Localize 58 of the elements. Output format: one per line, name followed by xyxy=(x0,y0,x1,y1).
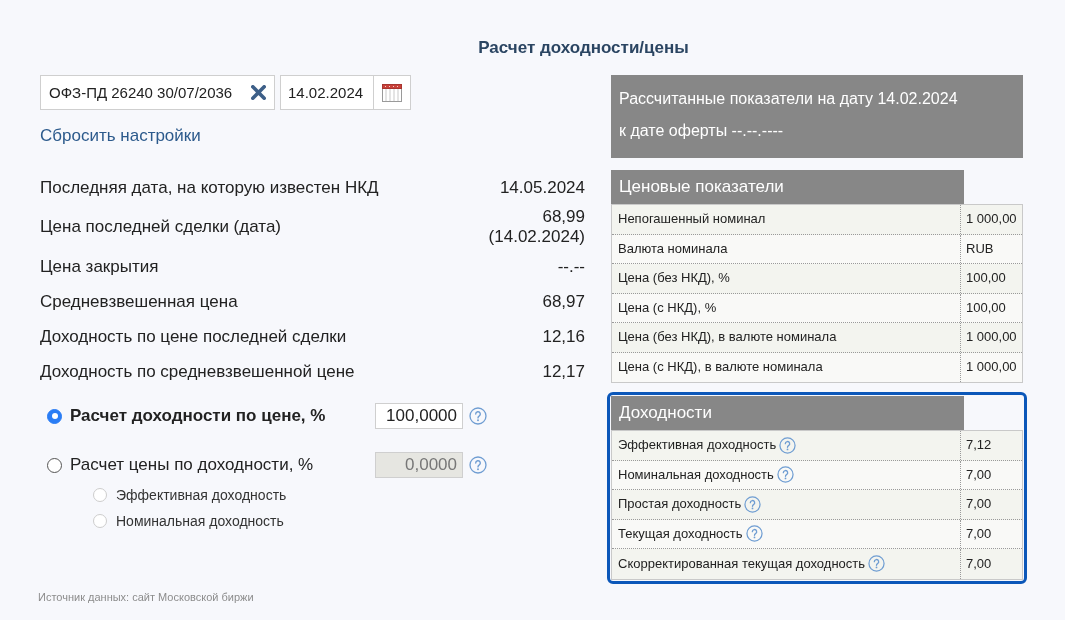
table-title: Ценовые показатели xyxy=(619,177,784,197)
row-label: Цена (с НКД), в валюте номинала xyxy=(618,359,823,376)
help-icon[interactable] xyxy=(776,466,794,484)
help-icon[interactable] xyxy=(469,407,487,425)
info-label: Средневзвешенная цена xyxy=(40,291,238,312)
table-title: Доходности xyxy=(619,403,712,423)
help-icon[interactable] xyxy=(779,436,797,454)
row-label: Эффективная доходность xyxy=(618,437,777,454)
help-icon[interactable] xyxy=(744,495,762,513)
value-cell: 1 000,00 xyxy=(960,323,1022,352)
value-cell: 1 000,00 xyxy=(960,352,1022,382)
number-field[interactable]: 100,0000 xyxy=(375,403,463,429)
value-cell: RUB xyxy=(960,234,1022,263)
value-cell: 1 000,00 xyxy=(960,205,1022,234)
info-label: Цена последней сделки (дата) xyxy=(40,217,281,237)
info-value: 12,16 xyxy=(542,326,585,347)
row-label: Непогашенный номинал xyxy=(618,211,766,228)
option-label[interactable]: Расчет цены по доходности, % xyxy=(70,454,314,476)
row-label: Цена (без НКД), в валюте номинала xyxy=(618,329,837,346)
bond-field[interactable]: ОФЗ-ПД 26240 30/07/2036 xyxy=(40,75,275,110)
value-cell: 7,12 xyxy=(960,431,1022,460)
row-label: Цена (с НКД), % xyxy=(618,299,717,316)
info-value: 68,99 (14.02.2024) xyxy=(487,207,585,247)
value-cell: 100,00 xyxy=(960,264,1022,293)
info-label: Доходность по средневзвешенной цене xyxy=(40,361,355,382)
summary-line: Рассчитанные показатели на дату 14.02.2024 xyxy=(619,89,958,109)
summary-line: к дате оферты --.--.---- xyxy=(619,121,784,141)
value-cell: 7,00 xyxy=(960,519,1022,548)
info-value: 68,97 xyxy=(542,291,585,312)
radio-button[interactable] xyxy=(47,408,62,424)
row-label: Цена (без НКД), % xyxy=(618,270,730,287)
value-cell: 7,00 xyxy=(960,549,1022,579)
row-label: Текущая доходность xyxy=(618,525,743,542)
info-value: --.-- xyxy=(557,256,585,277)
help-icon[interactable] xyxy=(745,525,763,543)
reset-link[interactable]: Сбросить настройки xyxy=(40,125,201,147)
info-label: Доходность по цене последней сделки xyxy=(40,326,347,347)
date-field[interactable]: 14.02.2024 xyxy=(280,75,374,110)
row-label: Номинальная доходность xyxy=(618,466,774,483)
clear-icon[interactable] xyxy=(251,85,266,100)
page-title: Расчет доходности/цены xyxy=(478,37,689,59)
help-icon[interactable] xyxy=(868,555,886,573)
row-label: Скорректированная текущая доходность xyxy=(618,555,866,572)
info-label: Цена закрытия xyxy=(40,256,159,277)
help-icon[interactable] xyxy=(469,456,487,474)
value-cell: 7,00 xyxy=(960,490,1022,519)
row-label: Валюта номинала xyxy=(618,240,728,257)
calendar-icon xyxy=(382,83,402,102)
info-label: Последняя дата, на которую известен НКД xyxy=(40,177,379,198)
calendar-button[interactable] xyxy=(374,75,411,110)
value-cell: 7,00 xyxy=(960,460,1022,489)
radio-button[interactable] xyxy=(47,457,62,473)
info-value: 14.05.2024 xyxy=(499,177,585,198)
row-label: Простая доходность xyxy=(618,496,742,513)
info-value: 12,17 xyxy=(542,361,585,382)
option-label[interactable]: Расчет доходности по цене, % xyxy=(70,405,326,427)
source-note: Источник данных: сайт Московской биржи xyxy=(38,591,254,603)
value-cell: 100,00 xyxy=(960,293,1022,322)
